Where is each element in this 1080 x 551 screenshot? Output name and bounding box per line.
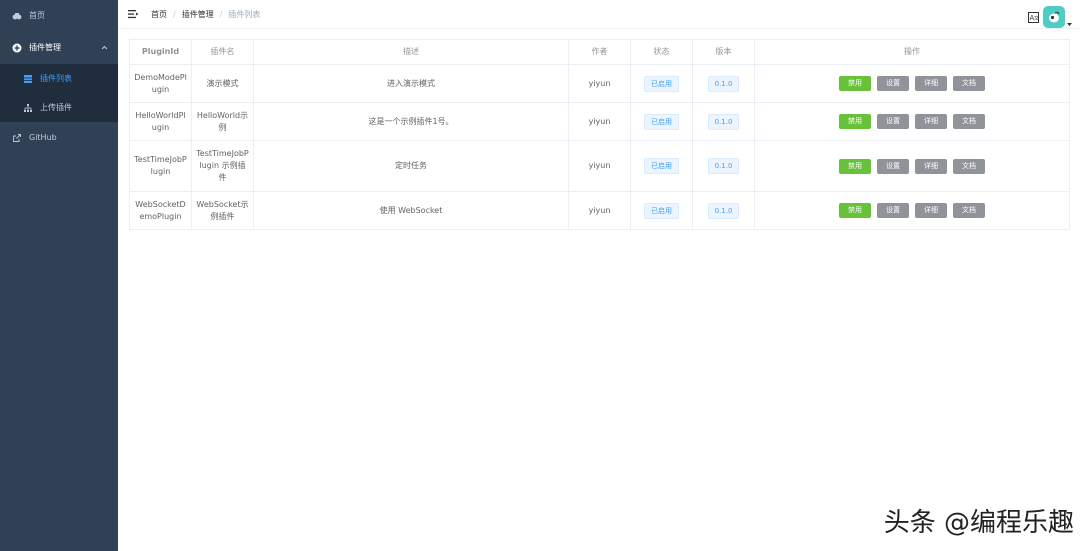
disable-button[interactable]: 禁用 [839,158,871,174]
sidebar-item-label: 首页 [29,11,45,20]
tree-icon [22,102,34,114]
table-icon [22,73,34,85]
cell-status: 已启用 [630,140,693,192]
cell-plugin-id: WebSocketDemoPlugin [129,191,192,230]
detail-button[interactable]: 详细 [915,203,947,218]
cell-status: 已启用 [630,191,693,230]
sidebar: 首页 插件管理 插件列表 上传插件 GitHub [0,0,118,551]
version-badge: 0.1.0 [707,158,740,174]
sidebar-item-label: 上传插件 [40,103,72,112]
cell-author: yiyun [568,191,631,230]
disable-button[interactable]: 禁用 [839,203,871,218]
breadcrumb-separator: / [219,9,223,19]
cell-plugin-name: 演示模式 [191,64,254,103]
docs-button[interactable]: 文档 [953,158,985,174]
sidebar-item-label: 插件列表 [40,74,72,83]
table-header-row: PluginId 插件名 描述 作者 状态 版本 操作 [129,39,1070,65]
breadcrumb-home[interactable]: 首页 [151,9,167,20]
svg-text:文: 文 [1034,15,1039,22]
version-badge: 0.1.0 [707,113,740,130]
cell-version: 0.1.0 [692,140,755,192]
disable-button[interactable]: 禁用 [839,76,871,91]
caret-down-icon[interactable] [1067,16,1072,30]
hamburger-icon[interactable] [127,8,139,20]
breadcrumb-plugin-mgmt[interactable]: 插件管理 [182,9,214,20]
docs-button[interactable]: 文档 [953,203,985,218]
sidebar-item-home[interactable]: 首页 [0,0,118,31]
cell-actions: 禁用 设置 详细 文档 [754,102,1070,141]
cell-actions: 禁用 设置 详细 文档 [754,191,1070,230]
docs-button[interactable]: 文档 [953,114,985,129]
table-row: WebSocketDemoPlugin WebSocket示例插件 使用 Web… [129,191,1070,230]
cell-actions: 禁用 设置 详细 文档 [754,140,1070,192]
breadcrumb: 首页 / 插件管理 / 插件列表 [151,9,260,20]
sidebar-item-label: 插件管理 [29,43,61,52]
disable-button[interactable]: 禁用 [839,114,871,129]
detail-button[interactable]: 详细 [915,114,947,129]
cell-plugin-id: TestTimeJobPlugin [129,140,192,192]
table-row: DemoModePlugin 演示模式 进入演示模式 yiyun 已启用 0.1… [129,64,1070,103]
settings-button[interactable]: 设置 [877,114,909,129]
cell-description: 使用 WebSocket [253,191,569,230]
cell-version: 0.1.0 [692,64,755,103]
column-header: 版本 [692,39,755,65]
sidebar-item-github[interactable]: GitHub [0,122,118,153]
cell-version: 0.1.0 [692,102,755,141]
status-badge: 已启用 [644,202,679,219]
cell-actions: 禁用 设置 详细 文档 [754,64,1070,103]
detail-button[interactable]: 详细 [915,76,947,91]
column-header: 操作 [754,39,1070,65]
cell-plugin-name: TestTimeJobPlugin 示例插件 [191,140,254,192]
sidebar-item-plugin-mgmt[interactable]: 插件管理 [0,31,118,64]
sidebar-item-plugin-list[interactable]: 插件列表 [0,64,118,93]
cell-plugin-id: HelloWorldPlugin [129,102,192,141]
cell-status: 已启用 [630,64,693,103]
cell-plugin-name: HelloWorld示例 [191,102,254,141]
column-header: 插件名 [191,39,254,65]
detail-button[interactable]: 详细 [915,158,947,174]
cell-plugin-name: WebSocket示例插件 [191,191,254,230]
status-badge: 已启用 [644,113,679,130]
chevron-up-icon [101,43,108,52]
external-link-icon [11,132,23,144]
plus-circle-icon [11,42,23,54]
breadcrumb-plugin-list: 插件列表 [228,9,261,19]
cell-description: 定时任务 [253,140,569,192]
table-row: TestTimeJobPlugin TestTimeJobPlugin 示例插件… [129,140,1070,192]
sidebar-item-label: GitHub [29,133,57,142]
status-badge: 已启用 [644,75,679,92]
cell-author: yiyun [568,64,631,103]
cell-description: 进入演示模式 [253,64,569,103]
column-header: 状态 [630,39,693,65]
version-badge: 0.1.0 [707,75,740,92]
table-row: HelloWorldPlugin HelloWorld示例 这是一个示例插件1号… [129,102,1070,141]
column-header: PluginId [129,39,192,65]
settings-button[interactable]: 设置 [877,158,909,174]
column-header: 描述 [253,39,569,65]
cell-plugin-id: DemoModePlugin [129,64,192,103]
cell-author: yiyun [568,102,631,141]
cell-author: yiyun [568,140,631,192]
avatar[interactable] [1043,6,1065,28]
settings-button[interactable]: 设置 [877,76,909,91]
cell-status: 已启用 [630,102,693,141]
status-badge: 已启用 [644,158,679,174]
plugin-table: PluginId 插件名 描述 作者 状态 版本 操作 DemoModePlug… [129,39,1070,230]
dashboard-icon [11,10,23,22]
cell-description: 这是一个示例插件1号。 [253,102,569,141]
language-icon[interactable]: A文 [1027,11,1039,23]
watermark: 头条 @编程乐趣 [883,508,1074,538]
version-badge: 0.1.0 [707,202,740,219]
breadcrumb-separator: / [173,9,176,19]
cell-version: 0.1.0 [692,191,755,230]
column-header: 作者 [568,39,631,65]
navbar: 首页 / 插件管理 / 插件列表 A文 [118,0,1080,29]
docs-button[interactable]: 文档 [953,76,985,91]
settings-button[interactable]: 设置 [877,203,909,218]
header-right: A文 [1027,4,1072,30]
sidebar-item-upload-plugin[interactable]: 上传插件 [0,93,118,122]
